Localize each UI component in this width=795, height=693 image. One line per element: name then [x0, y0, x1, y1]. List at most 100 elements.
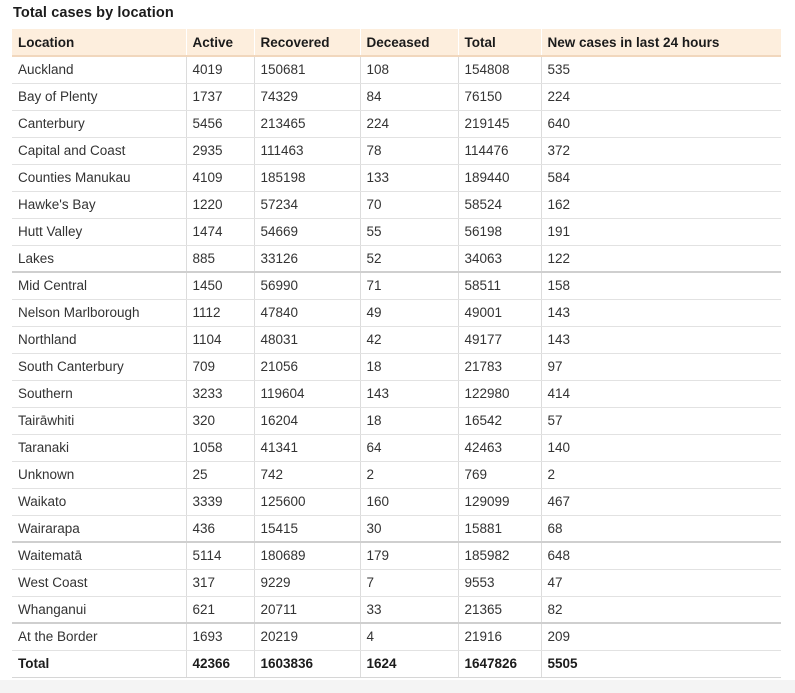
cell-recovered: 742	[253, 461, 360, 489]
cell-active: 317	[185, 569, 254, 597]
cell-new-cases: 143	[540, 326, 781, 354]
cell-new-cases: 191	[540, 218, 781, 246]
totals-new-cases: 5505	[540, 650, 781, 678]
cell-active: 5456	[185, 110, 254, 138]
cell-active: 1737	[185, 83, 254, 111]
cell-total: 9553	[457, 569, 541, 597]
cell-recovered: 57234	[253, 191, 360, 219]
cell-location: Counties Manukau	[12, 164, 186, 192]
cell-new-cases: 209	[540, 623, 781, 651]
cell-new-cases: 82	[540, 596, 781, 624]
cell-deceased: 52	[359, 245, 458, 273]
cell-active: 320	[185, 407, 254, 435]
cell-active: 3233	[185, 380, 254, 408]
cell-active: 1693	[185, 623, 254, 651]
cell-location: Hutt Valley	[12, 218, 186, 246]
cell-location: Northland	[12, 326, 186, 354]
cell-new-cases: 143	[540, 299, 781, 327]
table-row: Southern 3233 119604 143 122980 414	[12, 380, 781, 408]
cell-location: Whanganui	[12, 596, 186, 624]
table-row: Northland 1104 48031 42 49177 143	[12, 326, 781, 354]
cell-deceased: 18	[359, 407, 458, 435]
cell-new-cases: 372	[540, 137, 781, 165]
table-row: Waitematā 5114 180689 179 185982 648	[12, 542, 781, 570]
header-total: Total	[457, 29, 541, 57]
cell-location: Waitematā	[12, 542, 186, 570]
cell-new-cases: 640	[540, 110, 781, 138]
cell-recovered: 41341	[253, 434, 360, 462]
table-row: Tairāwhiti 320 16204 18 16542 57	[12, 407, 781, 435]
cell-recovered: 21056	[253, 353, 360, 381]
cell-deceased: 78	[359, 137, 458, 165]
cell-total: 34063	[457, 245, 541, 273]
totals-location: Total	[12, 650, 186, 678]
table-row: Counties Manukau 4109 185198 133 189440 584	[12, 164, 781, 192]
header-active: Active	[185, 29, 254, 57]
cell-location: West Coast	[12, 569, 186, 597]
cell-active: 1104	[185, 326, 254, 354]
cell-recovered: 47840	[253, 299, 360, 327]
totals-total: 1647826	[457, 650, 541, 678]
cell-active: 436	[185, 515, 254, 543]
cell-active: 4019	[185, 56, 254, 84]
cell-active: 621	[185, 596, 254, 624]
cell-location: Capital and Coast	[12, 137, 186, 165]
cell-recovered: 180689	[253, 542, 360, 570]
cell-recovered: 16204	[253, 407, 360, 435]
cell-location: Nelson Marlborough	[12, 299, 186, 327]
cell-recovered: 20711	[253, 596, 360, 624]
cell-active: 1058	[185, 434, 254, 462]
cell-location: At the Border	[12, 623, 186, 651]
cell-deceased: 179	[359, 542, 458, 570]
cell-recovered: 74329	[253, 83, 360, 111]
cell-location: Tairāwhiti	[12, 407, 186, 435]
cell-location: Unknown	[12, 461, 186, 489]
cell-deceased: 2	[359, 461, 458, 489]
cell-active: 4109	[185, 164, 254, 192]
cell-deceased: 143	[359, 380, 458, 408]
cell-total: 58511	[457, 272, 541, 300]
cell-total: 56198	[457, 218, 541, 246]
cell-deceased: 18	[359, 353, 458, 381]
header-recovered: Recovered	[253, 29, 360, 57]
table-row: Hawke's Bay 1220 57234 70 58524 162	[12, 191, 781, 219]
page-footer-band	[0, 680, 795, 693]
cell-deceased: 33	[359, 596, 458, 624]
cell-deceased: 133	[359, 164, 458, 192]
cell-new-cases: 122	[540, 245, 781, 273]
cell-active: 1474	[185, 218, 254, 246]
cell-recovered: 15415	[253, 515, 360, 543]
cell-location: Southern	[12, 380, 186, 408]
cases-table: Location Active Recovered Deceased Total…	[12, 29, 781, 678]
cell-location: Canterbury	[12, 110, 186, 138]
cell-recovered: 54669	[253, 218, 360, 246]
cell-deceased: 160	[359, 488, 458, 516]
cell-total: 42463	[457, 434, 541, 462]
cell-location: South Canterbury	[12, 353, 186, 381]
table-title: Total cases by location	[13, 5, 174, 21]
cell-new-cases: 158	[540, 272, 781, 300]
cell-recovered: 150681	[253, 56, 360, 84]
cell-active: 709	[185, 353, 254, 381]
cell-active: 1220	[185, 191, 254, 219]
cell-location: Lakes	[12, 245, 186, 273]
cell-deceased: 7	[359, 569, 458, 597]
cell-deceased: 64	[359, 434, 458, 462]
cell-active: 5114	[185, 542, 254, 570]
cell-location: Wairarapa	[12, 515, 186, 543]
totals-recovered: 1603836	[253, 650, 360, 678]
cell-total: 122980	[457, 380, 541, 408]
cell-total: 76150	[457, 83, 541, 111]
cell-deceased: 4	[359, 623, 458, 651]
cell-recovered: 213465	[253, 110, 360, 138]
cell-active: 2935	[185, 137, 254, 165]
cell-deceased: 70	[359, 191, 458, 219]
cell-deceased: 71	[359, 272, 458, 300]
cell-recovered: 20219	[253, 623, 360, 651]
cell-new-cases: 414	[540, 380, 781, 408]
table-row: Waikato 3339 125600 160 129099 467	[12, 488, 781, 516]
cell-recovered: 185198	[253, 164, 360, 192]
cell-location: Bay of Plenty	[12, 83, 186, 111]
table-row: West Coast 317 9229 7 9553 47	[12, 569, 781, 597]
table-row: South Canterbury 709 21056 18 21783 97	[12, 353, 781, 381]
